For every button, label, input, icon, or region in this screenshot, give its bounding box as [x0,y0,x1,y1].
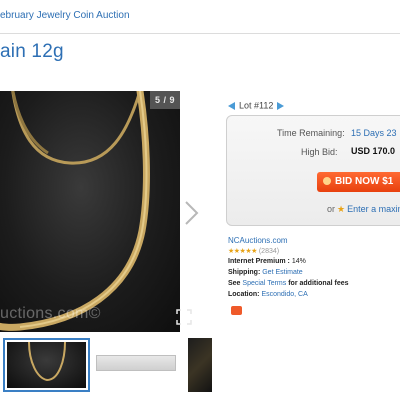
premium-value: 14% [291,258,306,265]
shipping-label: Shipping: [228,269,261,276]
next-lot-arrow-icon[interactable] [277,101,285,110]
or-text: or [327,204,336,214]
rating-count: (2834) [258,248,280,255]
max-bid-row: or★Enter a maximu [327,204,400,215]
previous-lot-arrow-icon[interactable] [228,101,235,110]
terms-row: See Special Terms for additional fees [228,280,349,287]
location-row: Location: Escondido, CA [228,291,308,298]
internet-premium: Internet Premium : 14% [228,258,306,265]
see-text: See [228,280,241,287]
high-bid-label: High Bid: [301,147,338,157]
special-terms-link[interactable]: Special Terms [242,280,286,287]
seller-rating[interactable]: ★★★★★ (2834) [228,247,279,255]
bid-box: Time Remaining: 15 Days 23 High Bid: USD… [226,115,400,226]
time-remaining-value: 15 Days 23 [351,128,397,138]
high-bid-value: USD 170.0 [351,146,396,156]
header-divider [0,33,400,34]
enter-maximum-link[interactable]: Enter a maximu [347,204,400,214]
thumbnail-3[interactable] [188,338,212,392]
thumbnail-2[interactable] [94,338,178,392]
seller-name[interactable]: NCAuctions.com [228,236,288,245]
lot-page: ebruary Jewelry Coin Auction ain 12g 5 /… [0,0,400,400]
rating-stars-icon: ★★★★★ [228,248,257,255]
breadcrumb[interactable]: ebruary Jewelry Coin Auction [0,10,130,21]
lot-number: Lot #112 [239,100,274,111]
terms-suffix: for additional fees [288,280,349,287]
bid-now-label: BID NOW $1 [335,176,394,187]
chevron-right-icon[interactable] [182,198,202,228]
location-value[interactable]: Escondido, CA [261,291,307,298]
necklace-image [0,91,150,331]
thumbnail-1[interactable] [3,338,90,392]
premium-label: Internet Premium : [228,258,290,265]
location-label: Location: [228,291,260,298]
get-estimate-link[interactable]: Get Estimate [262,269,302,276]
bid-now-button[interactable]: BID NOW $1 [317,172,400,192]
page-title: ain 12g [0,41,64,62]
watermark: uctions.com© [0,305,101,322]
star-icon: ★ [337,204,346,214]
shipping-row: Shipping: Get Estimate [228,269,303,276]
image-counter: 5 / 9 [150,91,180,109]
expand-icon[interactable] [176,309,192,325]
lot-navigation: Lot #112 [228,100,285,114]
seller-badge-icon [231,306,242,315]
time-remaining-label: Time Remaining: [277,128,345,138]
lightbulb-icon [323,177,331,185]
main-image[interactable] [0,91,180,332]
